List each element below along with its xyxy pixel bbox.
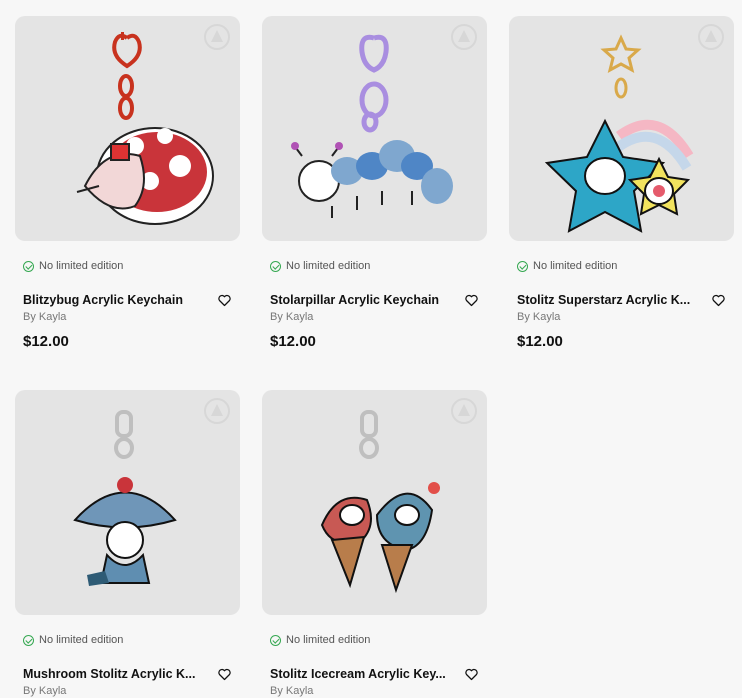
check-circle-icon	[270, 260, 281, 272]
product-title[interactable]: Mushroom Stolitz Acrylic K...	[23, 667, 195, 681]
product-title[interactable]: Stolitz Icecream Acrylic Key...	[270, 667, 446, 681]
star-keychain-art	[544, 34, 694, 233]
mushroom-keychain-art	[73, 410, 177, 586]
edition-label: No limited edition	[39, 260, 124, 272]
product-image[interactable]	[262, 16, 487, 241]
product-title[interactable]: Stolitz Superstarz Acrylic K...	[517, 293, 690, 307]
product-grid: No limited edition Blitzybug Acrylic Key…	[15, 16, 734, 698]
check-circle-icon	[270, 634, 281, 646]
product-title[interactable]: Blitzybug Acrylic Keychain	[23, 293, 183, 307]
product-author[interactable]: By Kayla	[15, 685, 240, 698]
icecream-keychain-art	[320, 410, 440, 594]
product-author[interactable]: By Kayla	[262, 311, 487, 324]
product-author[interactable]: By Kayla	[15, 311, 240, 324]
edition-label: No limited edition	[533, 260, 618, 272]
heart-icon[interactable]	[464, 667, 479, 682]
product-author[interactable]: By Kayla	[509, 311, 734, 324]
edition-status: No limited edition	[262, 633, 487, 647]
product-card[interactable]: No limited edition Blitzybug Acrylic Key…	[15, 16, 240, 350]
product-card[interactable]: No limited edition Stolitz Icecream Acry…	[262, 390, 487, 698]
ladybug-keychain-art	[76, 32, 214, 225]
product-image[interactable]	[15, 16, 240, 241]
edition-status: No limited edition	[262, 259, 487, 273]
check-circle-icon	[23, 260, 34, 272]
edition-status: No limited edition	[15, 259, 240, 273]
product-author[interactable]: By Kayla	[262, 685, 487, 698]
edition-label: No limited edition	[286, 260, 371, 272]
check-circle-icon	[517, 260, 528, 272]
product-card[interactable]: No limited edition Mushroom Stolitz Acry…	[15, 390, 240, 698]
edition-label: No limited edition	[39, 634, 124, 646]
heart-icon[interactable]	[217, 293, 232, 308]
product-price: $12.00	[517, 333, 563, 350]
caterpillar-keychain-art	[291, 34, 453, 218]
heart-icon[interactable]	[217, 667, 232, 682]
heart-icon[interactable]	[464, 293, 479, 308]
product-image[interactable]	[262, 390, 487, 615]
product-title[interactable]: Stolarpillar Acrylic Keychain	[270, 293, 439, 307]
product-card[interactable]: No limited edition Stolarpillar Acrylic …	[262, 16, 487, 350]
product-image[interactable]	[15, 390, 240, 615]
product-price: $12.00	[23, 333, 69, 350]
edition-status: No limited edition	[15, 633, 240, 647]
edition-label: No limited edition	[286, 634, 371, 646]
product-image[interactable]	[509, 16, 734, 241]
heart-icon[interactable]	[711, 293, 726, 308]
edition-status: No limited edition	[509, 259, 734, 273]
check-circle-icon	[23, 634, 34, 646]
product-price: $12.00	[270, 333, 316, 350]
product-card[interactable]: No limited edition Stolitz Superstarz Ac…	[509, 16, 734, 350]
